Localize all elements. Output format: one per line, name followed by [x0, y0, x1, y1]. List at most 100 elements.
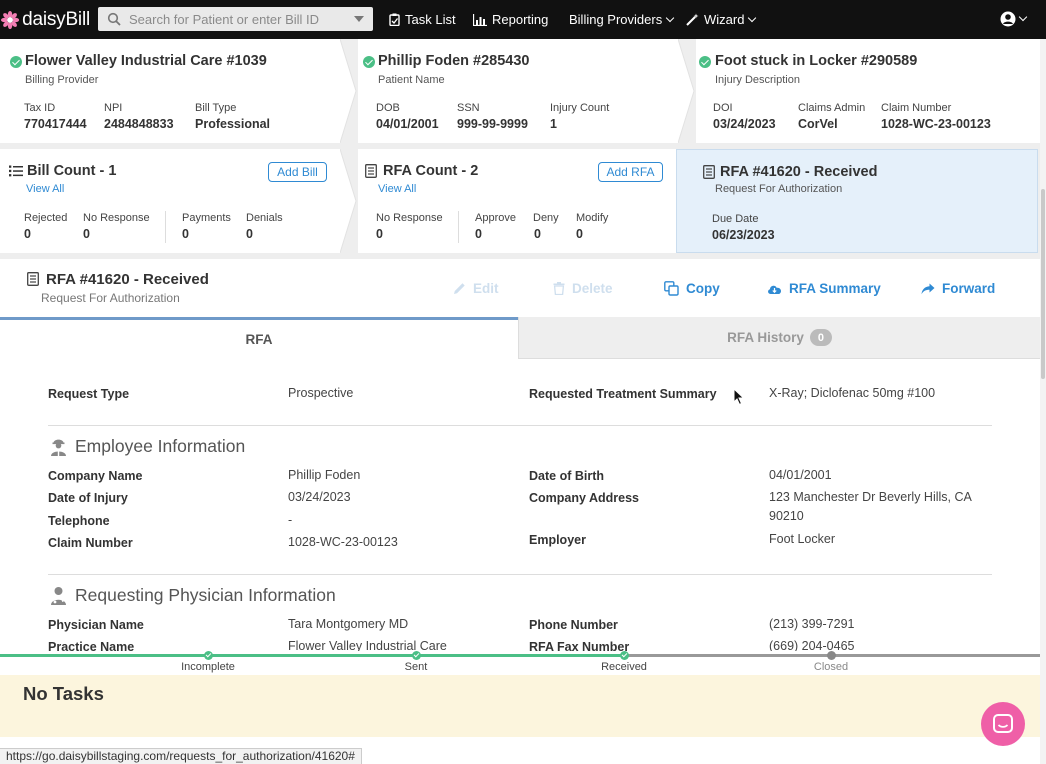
step-sent-check-icon [412, 651, 421, 660]
page-scrollbar[interactable] [1040, 39, 1046, 764]
chat-launcher-button[interactable] [981, 702, 1025, 746]
pencil-icon [454, 283, 465, 294]
phone-number-label: Phone Number [529, 618, 618, 632]
injury-title: Foot stuck in Locker #290589 [715, 53, 918, 69]
injury-card[interactable]: Foot stuck in Locker #290589 Injury Desc… [696, 39, 1040, 143]
chevron-down-icon [748, 13, 757, 22]
document-icon [365, 164, 377, 178]
tab-rfa-history[interactable]: RFA History 0 [518, 317, 1040, 359]
rfa-summary-label: RFA Summary [789, 281, 881, 296]
payments-label: Payments [182, 212, 231, 224]
edit-button[interactable]: Edit [453, 281, 499, 296]
rfa-count-card[interactable]: RFA Count - 2 View All Add RFA No Respon… [358, 149, 693, 253]
user-menu[interactable] [1000, 11, 1028, 27]
divider [165, 211, 166, 243]
card-arrow-edge [340, 39, 357, 143]
daisy-flower-icon [1, 10, 20, 29]
chat-bubble-icon [993, 714, 1013, 733]
due-date-label: Due Date [712, 213, 759, 225]
bills-view-all-link[interactable]: View All [26, 183, 64, 195]
no-response-label: No Response [83, 212, 150, 224]
ssn-value: 999-99-9999 [457, 117, 528, 131]
tab-rfa-history-label: RFA History [727, 330, 804, 345]
rfa-summary-button[interactable]: RFA Summary [767, 281, 881, 296]
card-arrow-edge [340, 149, 357, 253]
step-incomplete-label: Incomplete [181, 661, 235, 673]
claim-number-label: Claim Number [48, 536, 133, 550]
provider-subtitle: Billing Provider [25, 74, 99, 86]
summary-cards-row-1: Flower Valley Industrial Care #1039 Bill… [0, 39, 1046, 149]
step-incomplete-check-icon [204, 651, 213, 660]
employer-label: Employer [529, 533, 586, 547]
injury-subtitle: Injury Description [715, 74, 800, 86]
search-input[interactable] [129, 11, 349, 27]
add-rfa-button[interactable]: Add RFA [598, 162, 663, 182]
patient-subtitle: Patient Name [378, 74, 445, 86]
doi-value: 03/24/2023 [713, 117, 776, 131]
top-navbar: daisyBill Task List Reporting Billing Pr… [0, 0, 1046, 39]
patient-title: Phillip Foden #285430 [378, 53, 530, 69]
company-name-label: Company Name [48, 469, 143, 483]
edit-label: Edit [473, 281, 499, 296]
brand-logo[interactable]: daisyBill [0, 0, 90, 39]
physician-name-value: Tara Montgomery MD [288, 617, 409, 631]
nav-reporting[interactable]: Reporting [473, 0, 548, 39]
rfas-view-all-link[interactable]: View All [378, 183, 416, 195]
nav-task-list[interactable]: Task List [389, 0, 456, 39]
cloud-download-icon [768, 285, 782, 294]
search-icon [107, 12, 121, 26]
patient-card[interactable]: Phillip Foden #285430 Patient Name DOB 0… [358, 39, 695, 143]
provider-title: Flower Valley Industrial Care #1039 [25, 53, 267, 69]
employee-heading-label: Employee Information [75, 436, 246, 456]
employer-value: Foot Locker [769, 532, 836, 546]
forward-button[interactable]: Forward [921, 281, 995, 296]
date-of-injury-value: 03/24/2023 [288, 490, 351, 504]
injury-count-value: 1 [550, 117, 557, 131]
search-dropdown-icon[interactable] [354, 16, 364, 22]
modify-value: 0 [576, 227, 583, 241]
patient-search[interactable] [98, 7, 373, 31]
mouse-cursor-icon [733, 388, 745, 406]
delete-button[interactable]: Delete [553, 281, 613, 296]
rfa-status-card[interactable]: RFA #41620 - Received Request For Author… [676, 149, 1038, 253]
progress-complete-line [0, 654, 624, 657]
tasks-title: No Tasks [23, 683, 104, 704]
worker-icon [51, 439, 66, 456]
rfa-tabs: RFA RFA History 0 [0, 317, 1046, 359]
copy-button[interactable]: Copy [664, 281, 720, 296]
bill-count-card[interactable]: Bill Count - 1 View All Add Bill Rejecte… [0, 149, 357, 253]
claims-admin-label: Claims Admin [798, 102, 866, 114]
share-arrow-icon [921, 283, 935, 294]
step-sent-label: Sent [404, 661, 428, 673]
step-received-label: Received [601, 661, 647, 673]
tab-rfa[interactable]: RFA [0, 317, 518, 359]
approve-value: 0 [475, 227, 482, 241]
verified-check-icon [10, 56, 22, 68]
treatment-summary-value: X-Ray; Diclofenac 50mg #100 [769, 386, 936, 400]
add-bill-button[interactable]: Add Bill [268, 162, 327, 182]
verified-check-icon [699, 56, 711, 68]
physician-heading-label: Requesting Physician Information [75, 585, 336, 605]
dob-value: 04/01/2001 [376, 117, 439, 131]
summary-cards-row-2: Bill Count - 1 View All Add Bill Rejecte… [0, 149, 1046, 259]
npi-value: 2484848833 [104, 117, 174, 131]
rejected-value: 0 [24, 227, 31, 241]
page-title: RFA #41620 - Received [46, 271, 209, 288]
history-count-badge: 0 [809, 329, 832, 346]
brand-name: daisyBill [22, 8, 90, 30]
date-of-injury-label: Date of Injury [48, 491, 128, 505]
denials-label: Denials [246, 212, 283, 224]
billing-provider-card[interactable]: Flower Valley Industrial Care #1039 Bill… [0, 39, 357, 143]
trash-icon [553, 282, 565, 295]
date-of-birth-value: 04/01/2001 [769, 468, 832, 482]
dob-label: DOB [376, 102, 400, 114]
nav-wizard[interactable]: Wizard [686, 0, 757, 39]
denials-value: 0 [246, 227, 253, 241]
delete-label: Delete [572, 281, 613, 296]
company-address-label: Company Address [529, 491, 639, 505]
nav-billing-providers-label: Billing Providers [569, 12, 663, 27]
bill-type-label: Bill Type [195, 102, 237, 114]
scrollbar-thumb[interactable] [1041, 189, 1045, 379]
nav-billing-providers[interactable]: Billing Providers [569, 0, 675, 39]
step-closed-label: Closed [813, 661, 849, 673]
